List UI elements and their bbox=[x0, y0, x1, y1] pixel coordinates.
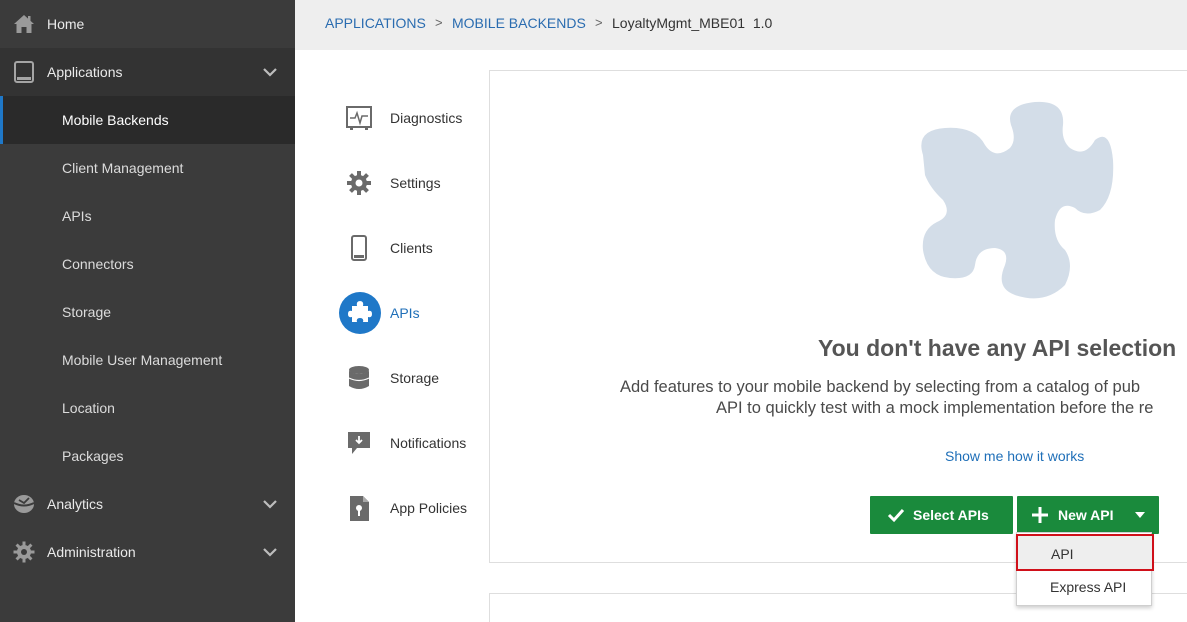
nav-item-app-policies[interactable]: App Policies bbox=[330, 475, 480, 540]
menu-item-label: API bbox=[1051, 546, 1074, 562]
breadcrumb-separator: > bbox=[595, 15, 603, 30]
sidebar-item-home[interactable]: Home bbox=[0, 0, 295, 48]
phone-icon bbox=[351, 235, 367, 261]
nav-item-diagnostics[interactable]: Diagnostics bbox=[330, 85, 480, 150]
policy-icon bbox=[350, 496, 369, 521]
chevron-down-icon[interactable] bbox=[262, 546, 278, 558]
sidebar-subitem-label: Packages bbox=[62, 448, 124, 464]
chevron-down-icon[interactable] bbox=[262, 498, 278, 510]
sidebar-subitem-label: Mobile Backends bbox=[62, 112, 169, 128]
analytics-icon bbox=[13, 495, 35, 513]
sidebar-subitem-label: APIs bbox=[62, 208, 92, 224]
breadcrumb: APPLICATIONS > MOBILE BACKENDS > Loyalty… bbox=[295, 0, 1187, 50]
tablet-icon bbox=[14, 61, 34, 83]
sidebar-subitem-connectors[interactable]: Connectors bbox=[0, 240, 295, 288]
sidebar-subitem-apis[interactable]: APIs bbox=[0, 192, 295, 240]
sidebar-item-administration[interactable]: Administration bbox=[0, 528, 295, 576]
breadcrumb-current: LoyaltyMgmt_MBE01 1.0 bbox=[612, 15, 773, 31]
sidebar-subitem-storage[interactable]: Storage bbox=[0, 288, 295, 336]
gear-icon bbox=[13, 541, 35, 563]
empty-state-description: Add features to your mobile backend by s… bbox=[620, 378, 1141, 396]
sidebar-item-label: Home bbox=[47, 16, 85, 32]
new-api-button[interactable]: New API bbox=[1017, 496, 1159, 534]
nav-item-label: App Policies bbox=[390, 500, 468, 516]
backend-nav: Diagnostics Settings Clients APIs Storag… bbox=[330, 85, 480, 540]
chevron-down-icon[interactable] bbox=[262, 66, 278, 78]
home-icon bbox=[14, 15, 34, 33]
sidebar-subitem-packages[interactable]: Packages bbox=[0, 432, 295, 480]
sidebar-item-applications[interactable]: Applications bbox=[0, 48, 295, 96]
sidebar-item-label: Applications bbox=[47, 64, 123, 80]
sidebar-subitem-client-management[interactable]: Client Management bbox=[0, 144, 295, 192]
menu-item-express-api[interactable]: Express API bbox=[1017, 570, 1151, 604]
diagnostics-icon bbox=[346, 106, 372, 130]
new-api-dropdown-menu: API Express API bbox=[1016, 532, 1154, 606]
empty-state-headline: You don't have any API selection bbox=[818, 335, 1177, 361]
nav-item-clients[interactable]: Clients bbox=[330, 215, 480, 280]
sidebar-subitem-label: Mobile User Management bbox=[62, 352, 223, 368]
puzzle-piece-illustration bbox=[921, 101, 1114, 299]
menu-item-label: Express API bbox=[1050, 579, 1127, 595]
nav-item-label: Clients bbox=[390, 240, 433, 256]
plus-icon bbox=[1032, 507, 1048, 523]
breadcrumb-mobile-backends-link[interactable]: MOBILE BACKENDS bbox=[452, 15, 586, 31]
sidebar-subitem-mobile-backends[interactable]: Mobile Backends bbox=[0, 96, 295, 144]
nav-item-notifications[interactable]: Notifications bbox=[330, 410, 480, 475]
nav-item-settings[interactable]: Settings bbox=[330, 150, 480, 215]
notification-icon bbox=[348, 432, 370, 454]
nav-item-label: Settings bbox=[390, 175, 441, 191]
sidebar-subitem-location[interactable]: Location bbox=[0, 384, 295, 432]
puzzle-icon bbox=[339, 292, 381, 334]
nav-item-label: Notifications bbox=[390, 435, 467, 451]
caret-down-icon[interactable] bbox=[1135, 512, 1145, 519]
sidebar-item-label: Analytics bbox=[47, 496, 104, 512]
button-label: New API bbox=[1058, 507, 1114, 523]
sidebar: Home Applications Mobile Backends Client… bbox=[0, 0, 295, 622]
nav-item-apis[interactable]: APIs bbox=[330, 280, 480, 345]
gear-icon bbox=[347, 171, 371, 195]
nav-item-storage[interactable]: Storage bbox=[330, 345, 480, 410]
nav-item-label: APIs bbox=[390, 305, 420, 321]
sidebar-item-analytics[interactable]: Analytics bbox=[0, 480, 295, 528]
empty-state-description: API to quickly test with a mock implemen… bbox=[716, 399, 1154, 417]
button-label: Select APIs bbox=[913, 507, 989, 523]
sidebar-subitem-label: Connectors bbox=[62, 256, 134, 272]
nav-item-label: Storage bbox=[390, 370, 440, 386]
breadcrumb-separator: > bbox=[435, 15, 443, 30]
nav-item-label: Diagnostics bbox=[390, 110, 463, 126]
sidebar-subitem-label: Location bbox=[62, 400, 115, 416]
menu-item-api[interactable]: API bbox=[1016, 534, 1154, 571]
sidebar-subitem-label: Storage bbox=[62, 304, 112, 320]
breadcrumb-applications-link[interactable]: APPLICATIONS bbox=[325, 15, 426, 31]
select-apis-button[interactable]: Select APIs bbox=[870, 496, 1013, 534]
show-me-how-link[interactable]: Show me how it works bbox=[945, 448, 1084, 464]
sidebar-subitem-label: Client Management bbox=[62, 160, 184, 176]
sidebar-item-label: Administration bbox=[47, 544, 136, 560]
checkmark-icon bbox=[887, 508, 905, 523]
database-icon bbox=[348, 366, 370, 389]
sidebar-subitem-mobile-user-management[interactable]: Mobile User Management bbox=[0, 336, 295, 384]
